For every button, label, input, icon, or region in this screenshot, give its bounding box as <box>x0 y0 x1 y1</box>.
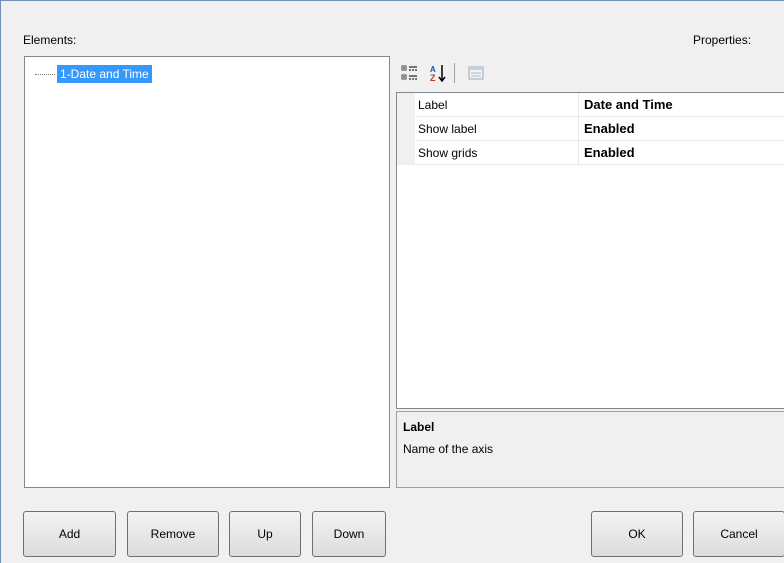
remove-button[interactable]: Remove <box>127 511 219 557</box>
column-divider <box>578 93 579 117</box>
svg-text:Z: Z <box>430 73 436 83</box>
property-pages-icon[interactable] <box>465 61 487 85</box>
property-value[interactable]: Enabled <box>584 117 635 141</box>
property-row-show-grids[interactable]: Show grids Enabled <box>397 141 784 165</box>
categorized-icon[interactable] <box>399 61 421 85</box>
properties-label: Properties: <box>693 33 752 47</box>
column-divider <box>578 141 579 165</box>
description-title: Label <box>403 420 435 434</box>
toolbar-separator <box>454 63 455 83</box>
cancel-button[interactable]: Cancel <box>693 511 784 557</box>
row-separator <box>415 164 784 165</box>
property-row-show-label[interactable]: Show label Enabled <box>397 117 784 141</box>
property-name: Label <box>418 98 448 112</box>
property-row-label[interactable]: Label Date and Time <box>397 93 784 117</box>
property-name: Show grids <box>418 146 478 160</box>
property-value[interactable]: Enabled <box>584 141 635 165</box>
row-gutter <box>397 141 415 165</box>
down-button[interactable]: Down <box>312 511 386 557</box>
tree-item-date-and-time[interactable]: 1-Date and Time <box>57 65 152 83</box>
tree-connector <box>35 74 55 75</box>
elements-label: Elements: <box>23 33 77 47</box>
property-value[interactable]: Date and Time <box>584 93 673 117</box>
property-grid[interactable]: Label Date and Time Show label Enabled S… <box>396 92 784 409</box>
description-text: Name of the axis <box>403 442 494 456</box>
property-description-panel: Label Name of the axis <box>396 411 784 488</box>
row-gutter <box>397 117 415 141</box>
column-divider <box>578 117 579 141</box>
ok-button[interactable]: OK <box>591 511 683 557</box>
up-button[interactable]: Up <box>229 511 301 557</box>
axis-editor-dialog: Elements: Properties: 1-Date and Time A … <box>0 0 784 563</box>
elements-tree[interactable]: 1-Date and Time <box>24 56 390 488</box>
row-gutter <box>397 93 415 117</box>
sort-alphabetical-icon[interactable]: A Z <box>427 61 449 85</box>
add-button[interactable]: Add <box>23 511 116 557</box>
property-name: Show label <box>418 122 477 136</box>
